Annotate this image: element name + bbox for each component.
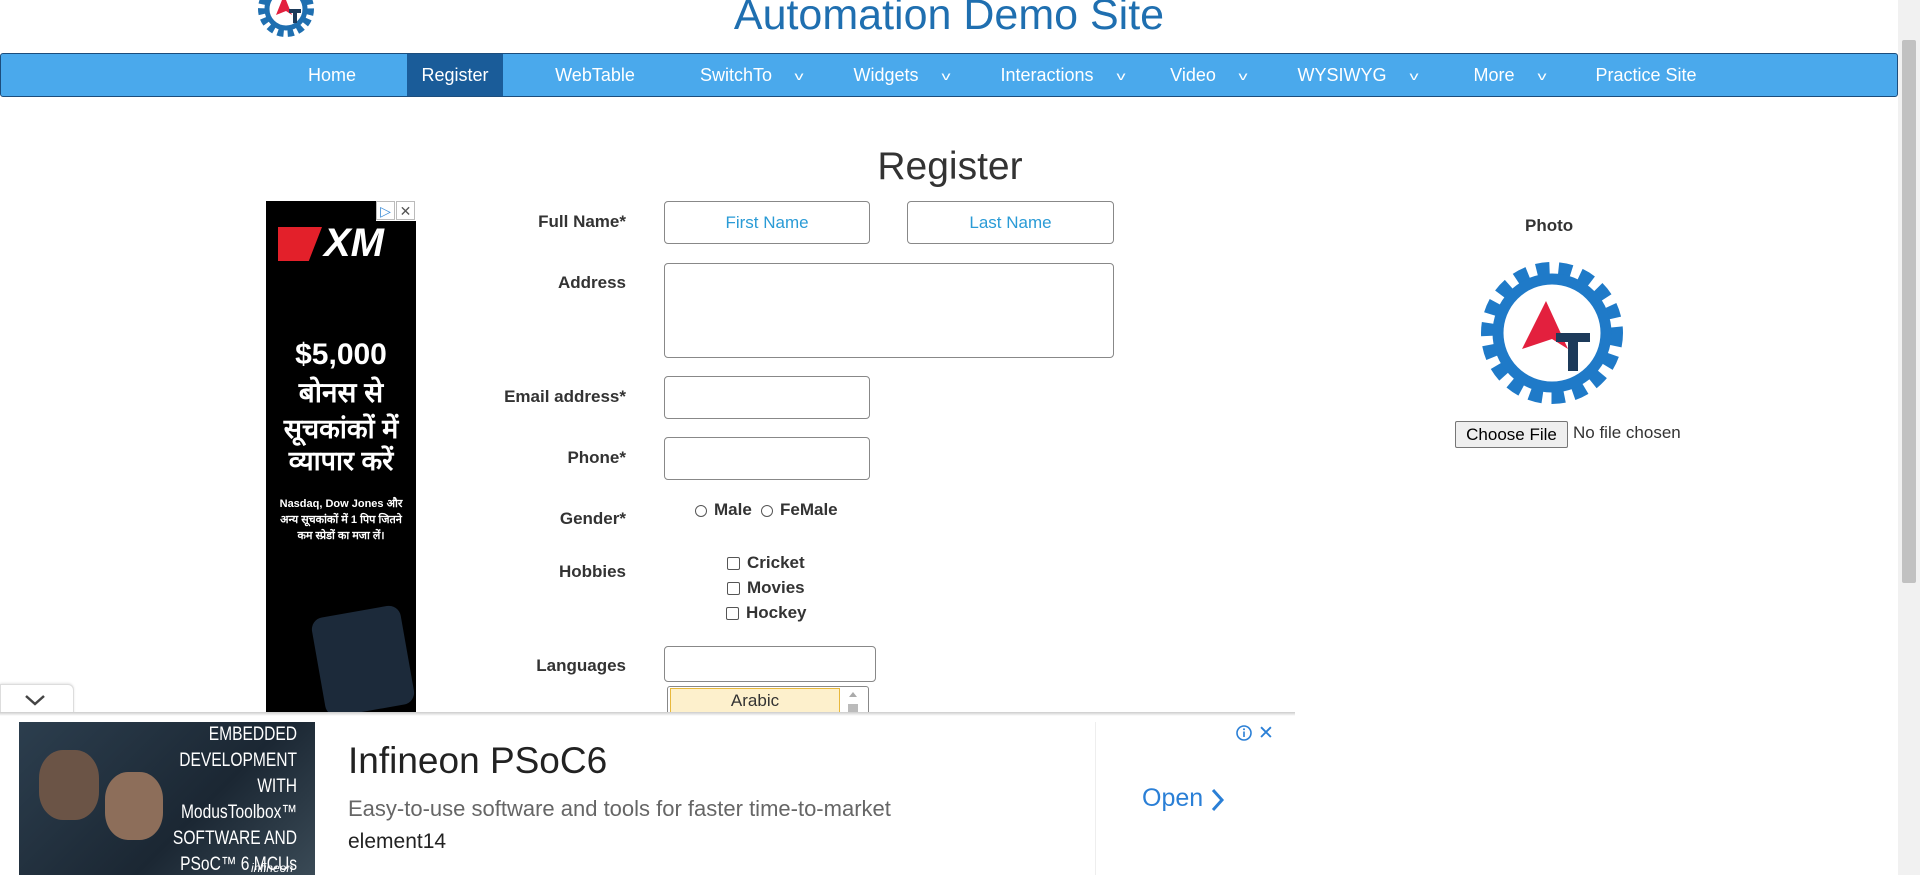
ad-choices[interactable]: ▷ ✕	[376, 201, 416, 221]
ad-person-image	[39, 750, 99, 820]
close-icon[interactable]: ✕	[396, 201, 415, 220]
first-name-input[interactable]	[664, 201, 870, 244]
address-label: Address	[557, 273, 626, 292]
collapse-ad-tab[interactable]	[0, 684, 74, 715]
email-label: Email address*	[504, 387, 626, 406]
address-textarea[interactable]	[664, 263, 1114, 358]
languages-label: Languages	[536, 656, 626, 675]
hobby-hockey-label: Hockey	[746, 603, 807, 622]
gender-male-label: Male	[714, 500, 752, 519]
chevron-down-icon: v	[1238, 69, 1248, 84]
side-advertisement[interactable]: ▷ ✕ XM $5,000 बोनस से सूचकांकों में व्या…	[266, 201, 416, 714]
hobby-movies-label: Movies	[747, 578, 805, 597]
languages-input[interactable]	[664, 646, 876, 682]
site-title: Automation Demo Site	[733, 0, 1165, 39]
nav-widgets[interactable]: Widgets v	[846, 54, 956, 96]
last-name-input[interactable]	[907, 201, 1114, 244]
gender-male-radio[interactable]	[695, 505, 707, 517]
nav-webtable-label: WebTable	[555, 65, 635, 85]
ad-headline-amount: $5,000	[295, 338, 387, 371]
page-title: Register	[877, 145, 1023, 188]
gender-female-label: FeMale	[780, 500, 838, 519]
list-scroll-up-icon[interactable]	[846, 690, 860, 714]
phone-input[interactable]	[664, 437, 870, 480]
nav-wysiwyg[interactable]: WYSIWYG v	[1289, 54, 1425, 96]
bottom-ad-title[interactable]: Infineon PSoC6	[348, 740, 607, 782]
ad-headline-line1: बोनस से	[298, 377, 384, 408]
bottom-ad-open-button[interactable]: Open	[1142, 784, 1203, 813]
photo-preview-logo	[1481, 262, 1623, 404]
nav-webtable[interactable]: WebTable	[547, 54, 643, 96]
nav-more-label: More	[1473, 65, 1515, 85]
photo-label: Photo	[1525, 216, 1574, 235]
ad-headline-line3: व्यापार करें	[288, 446, 394, 476]
nav-home-label: Home	[307, 65, 356, 85]
chevron-down-icon: v	[794, 69, 804, 84]
chevron-down-icon: v	[1537, 69, 1546, 84]
no-file-text: No file chosen	[1573, 423, 1681, 442]
ad-info-icon[interactable]: ▷	[376, 201, 395, 220]
xm-logo-icon	[278, 227, 322, 261]
choose-file-button[interactable]: Choose File	[1455, 421, 1568, 448]
nav-home[interactable]: Home	[291, 54, 373, 96]
ad-brand: XM	[324, 221, 384, 265]
ad-info-icon[interactable]	[1235, 724, 1253, 742]
bottom-ad-image-text: EMBEDDED DEVELOPMENT WITH ModusToolbox™ …	[172, 724, 297, 875]
nav-interactions[interactable]: Interactions v	[995, 54, 1129, 96]
ad-body-text: Nasdaq, Dow Jones और अन्य सूचकांकों में …	[279, 498, 403, 542]
email-input[interactable]	[664, 376, 870, 419]
hobbies-label: Hobbies	[558, 562, 626, 581]
bottom-ad-image-brand: infineon	[250, 861, 293, 875]
nav-video-label: Video	[1170, 65, 1216, 85]
ad-cube-image	[310, 603, 416, 714]
phone-label: Phone*	[567, 448, 626, 467]
chevron-down-icon: v	[1116, 69, 1126, 84]
nav-register[interactable]: Register	[407, 54, 503, 96]
nav-switchto-label: SwitchTo	[699, 65, 773, 85]
language-option[interactable]: Arabic	[670, 688, 840, 714]
bottom-ad-advertiser: element14	[348, 830, 447, 853]
nav-widgets-label: Widgets	[853, 65, 919, 85]
chevron-down-icon	[25, 695, 45, 706]
full-name-label: Full Name*	[538, 212, 626, 231]
hobby-hockey-checkbox[interactable]	[726, 607, 739, 620]
scrollbar-thumb[interactable]	[1902, 40, 1916, 583]
close-icon[interactable]: ✕	[1258, 722, 1274, 745]
hobby-movies-checkbox[interactable]	[727, 582, 740, 595]
main-navbar: Home Register WebTable SwitchTo v Widgets…	[0, 53, 1898, 97]
nav-practice-site-label: Practice Site	[1595, 65, 1697, 85]
hobby-cricket-checkbox[interactable]	[727, 557, 740, 570]
nav-interactions-label: Interactions	[1000, 65, 1094, 85]
nav-wysiwyg-label: WYSIWYG	[1297, 65, 1387, 85]
nav-video[interactable]: Video v	[1161, 54, 1255, 96]
nav-switchto[interactable]: SwitchTo v	[691, 54, 811, 96]
gender-female-radio[interactable]	[761, 505, 773, 517]
chevron-down-icon: v	[1409, 69, 1418, 84]
nav-more[interactable]: More v	[1467, 54, 1551, 96]
bottom-ad-divider	[1095, 722, 1096, 875]
ad-bar-divider	[0, 712, 1295, 716]
nav-register-label: Register	[421, 65, 489, 85]
ad-person-image	[105, 772, 163, 840]
hobby-cricket-label: Cricket	[747, 553, 805, 572]
bottom-ad-image[interactable]: EMBEDDED DEVELOPMENT WITH ModusToolbox™ …	[19, 722, 315, 875]
nav-practice-site[interactable]: Practice Site	[1589, 54, 1703, 96]
gender-label: Gender*	[559, 509, 626, 528]
chevron-down-icon: v	[941, 69, 951, 84]
chevron-right-icon[interactable]	[1210, 787, 1226, 813]
bottom-ad-subtitle: Easy-to-use software and tools for faste…	[348, 796, 891, 821]
